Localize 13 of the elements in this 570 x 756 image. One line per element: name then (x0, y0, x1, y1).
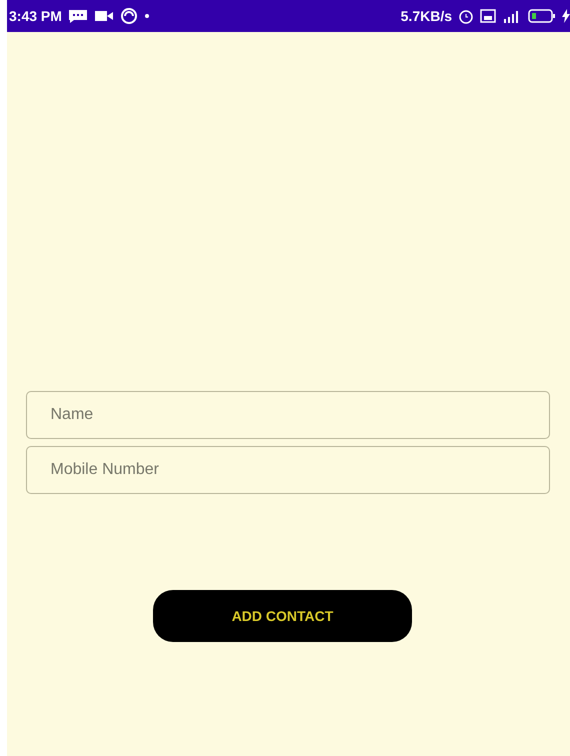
video-camera-icon (94, 10, 114, 22)
message-icon (68, 9, 88, 23)
status-time: 3:43 PM (9, 8, 62, 24)
input-field[interactable]: Name (26, 391, 550, 439)
dot-icon (144, 13, 150, 19)
charging-icon (562, 9, 570, 23)
alarm-icon (458, 8, 474, 24)
sync-circle-icon (120, 7, 138, 25)
input-field[interactable]: Mobile Number (26, 446, 550, 494)
add-contact-button[interactable]: ADD CONTACT (153, 590, 412, 642)
sim-card-icon (480, 9, 496, 23)
network-speed: 5.7KB/s (400, 8, 452, 24)
battery-icon (528, 9, 556, 23)
